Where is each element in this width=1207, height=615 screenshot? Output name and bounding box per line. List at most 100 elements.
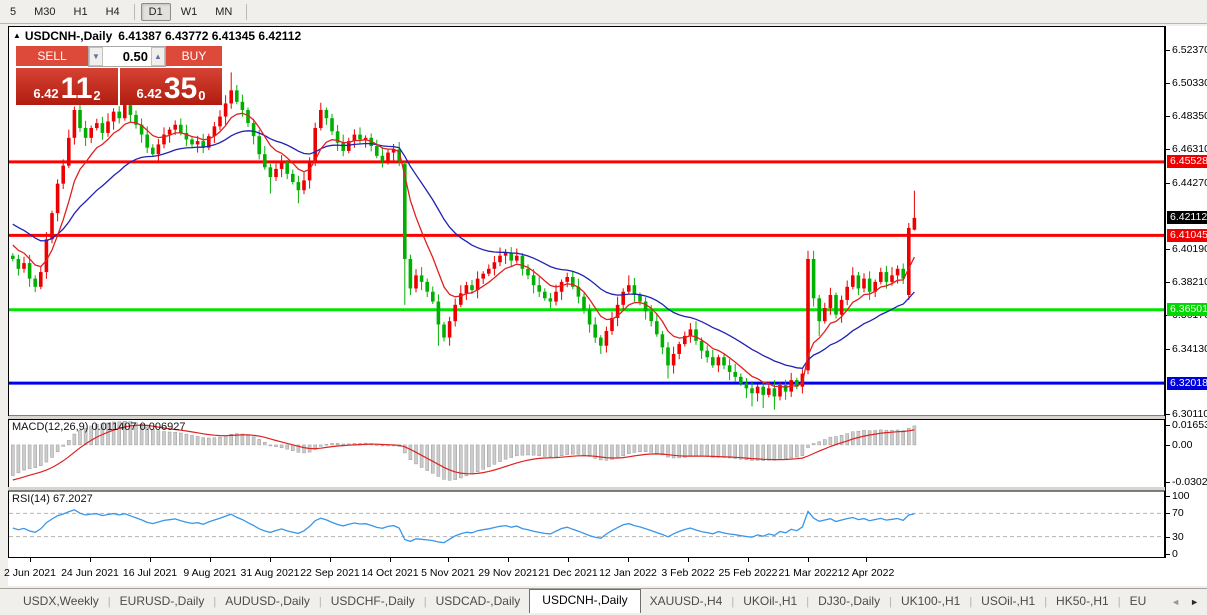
candle-body [95, 123, 99, 128]
tab-usdcnh-daily[interactable]: USDCNH-,Daily [529, 589, 640, 613]
macd-bar [560, 445, 563, 456]
candle-body [845, 287, 849, 300]
macd-bar [409, 445, 412, 460]
macd-bar [202, 438, 205, 445]
candle-body [840, 300, 844, 315]
macd-bar [515, 445, 518, 456]
tab-usoil-h1[interactable]: USOil-,H1 [972, 591, 1044, 613]
tab-eu[interactable]: EU [1121, 591, 1156, 613]
candle-body [470, 285, 474, 290]
time-axis[interactable]: 2 Jun 202124 Jun 202116 Jul 20219 Aug 20… [8, 558, 1207, 586]
volume-input[interactable] [103, 47, 151, 66]
macd-bar [269, 445, 272, 446]
candle-body [834, 295, 838, 315]
ask-price-box[interactable]: 6.42350 [120, 68, 222, 105]
candle-body [437, 302, 441, 325]
candle-body [868, 279, 872, 292]
volume-decrease-icon[interactable]: ▼ [89, 47, 103, 66]
macd-bar [874, 430, 877, 444]
macd-bar [762, 445, 765, 461]
scroll-right-icon[interactable]: ► [1190, 597, 1199, 607]
candle-body [481, 274, 485, 279]
candle-body [582, 297, 586, 310]
time-tick-label: 21 Mar 2022 [779, 567, 838, 579]
macd-bar [650, 445, 653, 452]
tab-eurusd-daily[interactable]: EURUSD-,Daily [111, 591, 214, 613]
macd-bar [583, 445, 586, 455]
chart-tab-bar: USDX,Weekly|EURUSD-,Daily|AUDUSD-,Daily|… [0, 588, 1207, 613]
scroll-left-icon[interactable]: ◄ [1171, 597, 1180, 607]
candle-body [274, 169, 278, 177]
time-tick [448, 558, 449, 562]
macd-bar [331, 443, 334, 445]
macd-bar [499, 445, 502, 462]
panel-frame-2 [9, 491, 1165, 558]
price-marker-6.41045: 6.41045 [1167, 229, 1207, 242]
macd-tick [1166, 425, 1170, 426]
macd-tick [1166, 445, 1170, 446]
macd-bar [504, 445, 507, 459]
tab-usdcad-daily[interactable]: USDCAD-,Daily [427, 591, 530, 613]
macd-bar [543, 445, 546, 456]
candle-body [11, 256, 15, 259]
tab-uk100-h1[interactable]: UK100-,H1 [892, 591, 969, 613]
candle-body [280, 162, 284, 169]
tab-scroll-controls: ◄► [1171, 597, 1207, 613]
candle-body [913, 218, 917, 230]
candle-body [728, 365, 732, 372]
tab-usdchf-daily[interactable]: USDCHF-,Daily [322, 591, 424, 613]
candle-body [84, 128, 88, 138]
price-tick [1166, 282, 1170, 283]
sell-button[interactable]: SELL [16, 46, 88, 67]
candle-body [532, 275, 536, 285]
candle-body [700, 341, 704, 351]
splitter-macd-rsi[interactable] [8, 487, 1165, 490]
candle-body [325, 110, 329, 118]
candle-body [145, 135, 149, 148]
macd-bar [689, 445, 692, 456]
tab-audusd-daily[interactable]: AUDUSD-,Daily [216, 591, 319, 613]
macd-bar [801, 445, 804, 456]
tab-dj30-daily[interactable]: DJ30-,Daily [809, 591, 889, 613]
candle-body [39, 272, 43, 287]
tab-ukoil-h1[interactable]: UKOil-,H1 [734, 591, 806, 613]
price-tick [1166, 116, 1170, 117]
time-tick [866, 558, 867, 562]
buy-button[interactable]: BUY [166, 46, 222, 67]
rsi-tick [1166, 496, 1170, 497]
macd-bar [829, 437, 832, 445]
time-tick [210, 558, 211, 562]
tab-usdx-weekly[interactable]: USDX,Weekly [14, 591, 108, 613]
symbol-collapse-icon[interactable]: ▲ [13, 31, 21, 40]
time-tick [330, 558, 331, 562]
candle-body [677, 344, 681, 354]
bid-price-box[interactable]: 6.42112 [16, 68, 118, 105]
macd-bar [644, 445, 647, 452]
price-tick-label: 6.50330 [1172, 77, 1207, 89]
macd-bar [67, 440, 70, 445]
time-tick-label: 21 Dec 2021 [538, 567, 598, 579]
macd-bar [622, 445, 625, 456]
time-tick [508, 558, 509, 562]
macd-bar [555, 445, 558, 457]
candle-body [252, 123, 256, 136]
splitter-main-macd[interactable] [8, 416, 1165, 419]
time-tick-label: 5 Nov 2021 [421, 567, 475, 579]
macd-bar [258, 439, 261, 445]
candle-body [761, 387, 765, 395]
time-tick-label: 14 Oct 2021 [361, 567, 418, 579]
candle-body [112, 112, 116, 122]
candle-body [750, 388, 754, 393]
macd-bar [784, 445, 787, 459]
tab-hk50-h1[interactable]: HK50-,H1 [1047, 591, 1118, 613]
volume-increase-icon[interactable]: ▲ [151, 47, 165, 66]
candle-body [493, 262, 497, 269]
macd-bar [443, 445, 446, 479]
macd-bar [627, 445, 630, 454]
price-axis[interactable]: 6.523706.503306.483506.463106.442706.401… [1165, 26, 1207, 558]
candle-body [414, 275, 418, 288]
candle-body [106, 121, 110, 132]
candle-body [241, 102, 245, 110]
tab-xauusd-h4[interactable]: XAUUSD-,H4 [641, 591, 732, 613]
candle-body [885, 272, 889, 282]
